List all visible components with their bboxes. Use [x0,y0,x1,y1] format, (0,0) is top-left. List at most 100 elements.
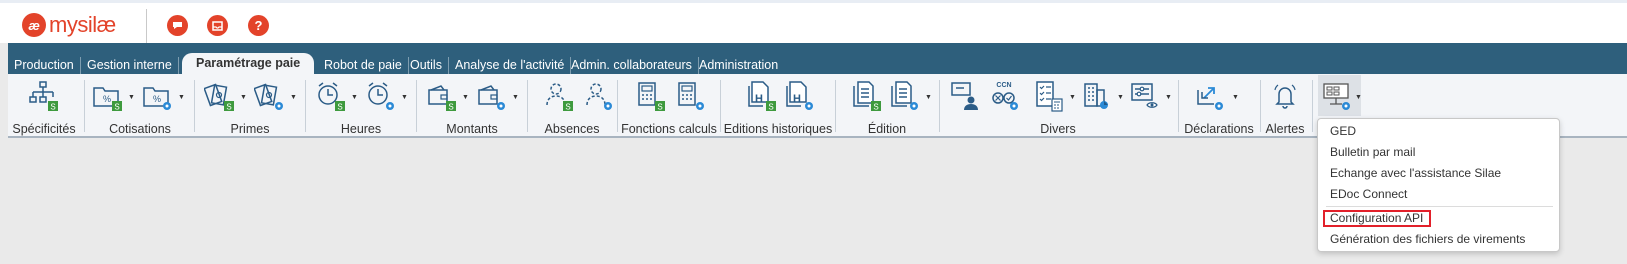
h-label: H [755,93,763,105]
svg-text:S: S [768,103,773,112]
tab-production[interactable]: Production [8,57,81,74]
tab-parametrage-paie[interactable]: Paramétrage paie [182,53,315,74]
tab-robot-de-paie[interactable]: Robot de paie [318,57,409,74]
checklist-calculator-icon[interactable] [1033,80,1063,112]
network-settings-icon[interactable] [1322,80,1352,112]
group-cotisations: % S ▼ % ▼ Cotisations [86,74,194,138]
group-divider [1312,80,1313,132]
dropdown-arrow-icon[interactable]: ▼ [351,94,358,101]
group-absences: S Absences [529,74,615,138]
tab-administration[interactable]: Administration [693,57,784,74]
menu-item-edoc-connect[interactable]: EDoc Connect [1330,187,1407,201]
absent-person-settings-icon[interactable] [583,80,613,112]
help-icon[interactable]: ? [248,15,269,36]
app-logo[interactable]: æ mysilæ [22,12,116,38]
group-divider [1178,80,1179,132]
dropdown-arrow-icon[interactable]: ▼ [1069,94,1076,101]
group-divider [416,80,417,132]
tab-gestion-interne[interactable]: Gestion interne [81,57,179,74]
tab-admin-collaborateurs[interactable]: Admin. collaborateurs [565,57,699,74]
group-label: Spécificités [12,122,76,136]
export-arrows-icon[interactable] [1194,80,1224,112]
menu-item-bulletin-par-mail[interactable]: Bulletin par mail [1330,145,1415,159]
tab-analyse-activite[interactable]: Analyse de l'activité [449,57,572,74]
dropdown-arrow-icon[interactable]: ▼ [401,94,408,101]
group-label: Cotisations [109,122,171,136]
menu-item-echange-assistance[interactable]: Echange avec l'assistance Silae [1330,166,1501,180]
absent-person-icon[interactable]: S [543,80,573,112]
report-document-settings-icon[interactable] [889,80,919,112]
banknotes-settings-icon[interactable] [253,80,284,112]
group-heures: S ▼ ▼ Heures [307,74,415,138]
dropdown-arrow-icon[interactable]: ▼ [925,94,932,101]
bell-icon[interactable] [1270,80,1300,112]
chat-icon[interactable] [167,15,188,36]
svg-text:S: S [50,103,55,112]
group-montants: S ▼ ▼ Montants [418,74,526,138]
group-label: Heures [340,122,382,136]
wallet-icon[interactable]: S [426,80,456,112]
alarm-clock-icon[interactable]: S [315,80,345,112]
dropdown-arrow-icon[interactable]: ▼ [178,94,185,101]
dropdown-arrow-icon[interactable]: ▼ [1117,94,1124,101]
history-document-settings-icon[interactable]: H [784,80,814,112]
group-divider [84,80,85,132]
svg-text:S: S [448,103,453,112]
svg-text:%: % [103,94,111,104]
folder-percent-icon[interactable]: % S [92,80,122,112]
folder-percent-settings-icon[interactable]: % [142,80,172,112]
group-edition: S ▼ Édition [837,74,937,138]
dropdown-arrow-icon[interactable]: ▼ [462,94,469,101]
group-label: Absences [544,122,600,136]
group-label: Déclarations [1184,122,1254,136]
tab-outils[interactable]: Outils [404,57,449,74]
history-document-icon[interactable]: HS [746,80,776,112]
group-specificites: S Spécificités [8,74,80,138]
settings-preview-icon[interactable] [1129,80,1159,112]
logo-text: mysilæ [49,12,116,37]
dropdown-arrow-icon[interactable]: ▼ [128,94,135,101]
group-divider [939,80,940,132]
calculator-icon[interactable]: S [635,80,665,112]
building-icon[interactable] [1081,80,1111,112]
svg-text:S: S [657,103,662,112]
wallet-settings-icon[interactable] [476,80,506,112]
group-label: Édition [867,122,907,136]
menu-item-generation-virements[interactable]: Génération des fichiers de virements [1330,232,1525,246]
svg-text:S: S [873,103,878,112]
group-divider [527,80,528,132]
group-divider [305,80,306,132]
group-label: Divers [1040,122,1076,136]
dropdown-arrow-icon[interactable]: ▼ [290,94,297,101]
group-alertes: Alertes [1262,74,1308,138]
group-label: Editions historiques [723,122,833,136]
group-label: Alertes [1265,122,1305,136]
ccn-icon[interactable]: CCN [989,80,1019,112]
presentation-person-icon[interactable] [949,80,979,112]
svg-text:%: % [153,94,161,104]
report-document-icon[interactable]: S [851,80,881,112]
logo-mark: æ [22,13,46,37]
dropdown-arrow-icon[interactable]: ▼ [1165,94,1172,101]
group-label: Fonctions calculs [621,122,717,136]
menu-item-ged[interactable]: GED [1330,124,1356,138]
group-divider [617,80,618,132]
group-primes: S ▼ ▼ Primes [196,74,304,138]
dropdown-arrow-icon[interactable]: ▼ [512,94,519,101]
top-bar: æ mysilæ ? [0,0,1627,43]
inbox-icon[interactable] [207,15,228,36]
group-divider [835,80,836,132]
tools-dropdown-menu: GED Bulletin par mail Echange avec l'ass… [1317,118,1560,252]
banknotes-icon[interactable]: S [203,80,234,112]
group-divider [194,80,195,132]
dropdown-arrow-icon[interactable]: ▼ [1355,94,1362,101]
menu-item-configuration-api[interactable]: Configuration API [1330,211,1423,225]
calculator-settings-icon[interactable] [675,80,705,112]
ccn-label: CCN [996,82,1011,89]
menu-divider [1326,206,1553,207]
group-label: Montants [446,122,498,136]
dropdown-arrow-icon[interactable]: ▼ [1232,94,1239,101]
alarm-clock-settings-icon[interactable] [365,80,395,112]
hierarchy-icon[interactable]: S [28,80,58,112]
dropdown-arrow-icon[interactable]: ▼ [240,94,247,101]
